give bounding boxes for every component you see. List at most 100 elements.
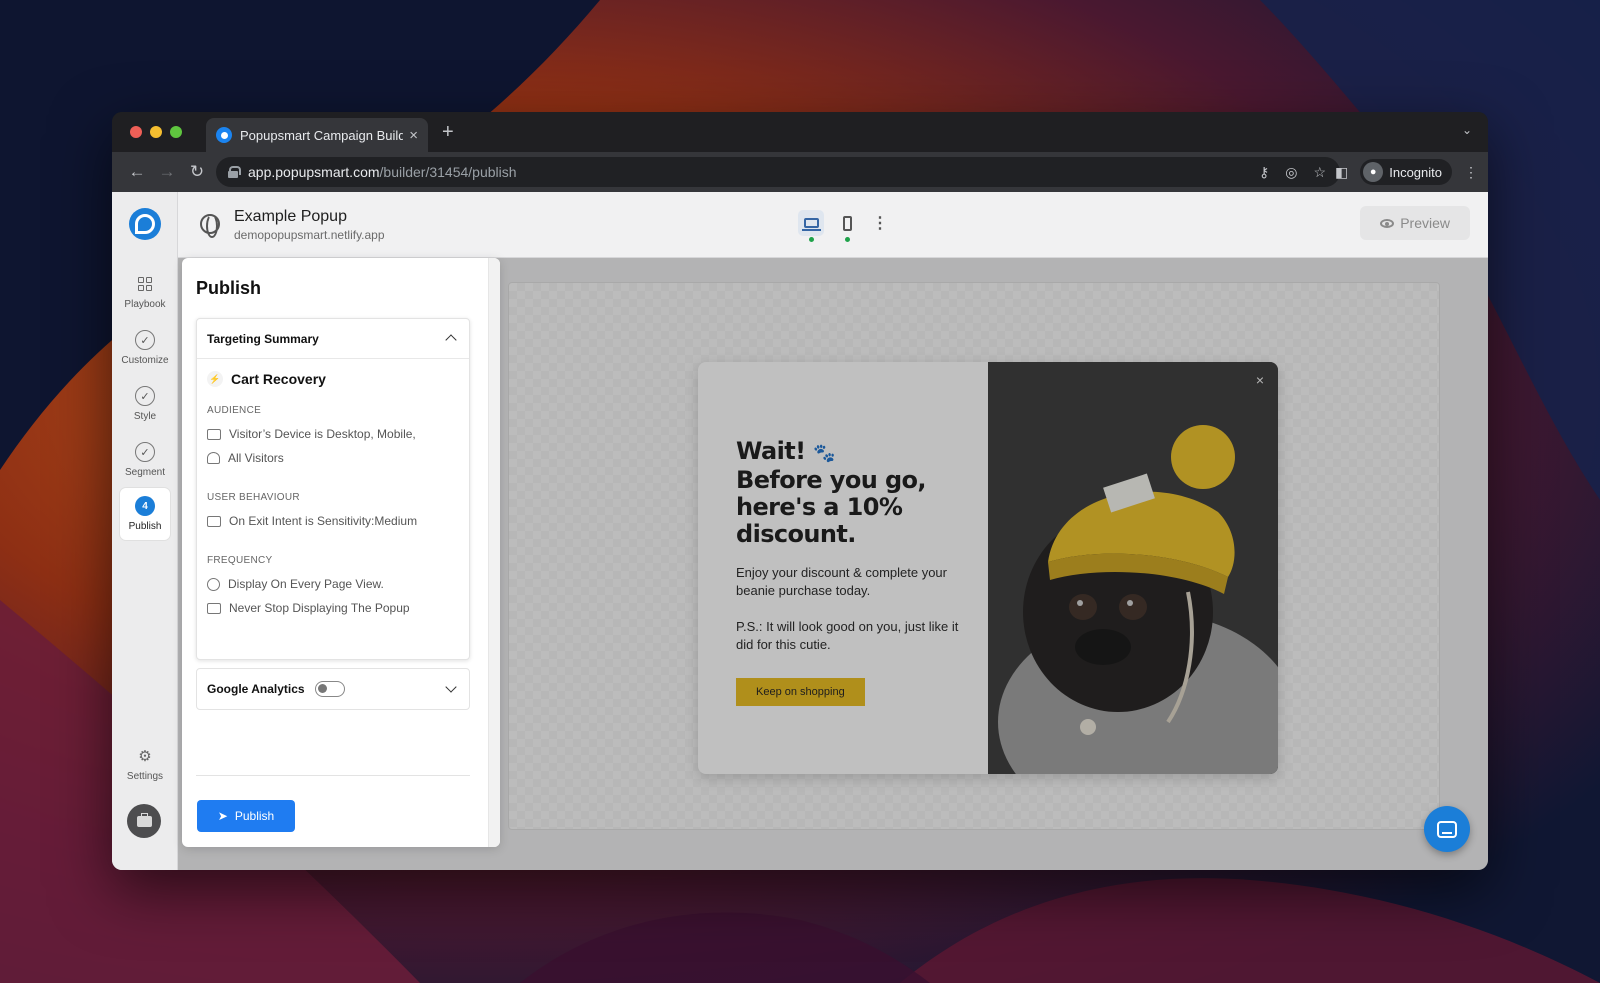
google-analytics-label: Google Analytics <box>207 682 305 696</box>
scenario-title: ⚡ Cart Recovery <box>207 371 326 387</box>
status-dot <box>845 237 850 242</box>
chevron-up-icon <box>445 334 457 346</box>
panel-scrollbar[interactable] <box>488 258 500 847</box>
builder-header: Example Popup demopopupsmart.netlify.app… <box>178 192 1488 258</box>
popupsmart-logo[interactable] <box>129 208 161 240</box>
google-analytics-card[interactable]: Google Analytics <box>196 668 470 710</box>
scenario-name: Cart Recovery <box>231 371 326 387</box>
incognito-badge[interactable]: ● Incognito <box>1360 159 1452 185</box>
tab-close-icon[interactable]: × <box>409 127 418 144</box>
publish-button-label: Publish <box>234 809 275 823</box>
publish-button[interactable]: ➤ Publish <box>197 800 295 832</box>
popup-body-text: Enjoy your discount & complete your bean… <box>736 565 947 598</box>
builder-sidebar: Playbook ✓ Customize ✓ Style ✓ Segment 4… <box>112 192 178 870</box>
account-button[interactable] <box>127 804 161 838</box>
support-chat-button[interactable] <box>1424 806 1470 852</box>
check-circle-icon: ✓ <box>135 386 155 406</box>
gear-icon: ⚙ <box>138 748 152 765</box>
keep-shopping-button[interactable]: Keep on shopping <box>736 678 865 706</box>
behaviour-label: USER BEHAVIOUR <box>207 492 300 503</box>
close-window-button[interactable] <box>130 126 142 138</box>
divider <box>196 775 470 776</box>
mobile-view-button[interactable] <box>834 210 860 242</box>
window-controls <box>130 126 182 138</box>
project-title: Example Popup <box>234 208 347 225</box>
incognito-label: Incognito <box>1389 164 1442 180</box>
audience-rule-device: Visitor’s Device is Desktop, Mobile, <box>207 427 416 441</box>
project-domain: demopopupsmart.netlify.app <box>234 228 385 242</box>
eye-icon <box>1380 218 1395 228</box>
maximize-window-button[interactable] <box>170 126 182 138</box>
more-options-icon[interactable]: ⋮ <box>872 213 888 233</box>
popup-content: Wait! 🐾 Before you go, here's a 10% disc… <box>736 438 966 706</box>
targeting-summary-label: Targeting Summary <box>207 331 319 346</box>
sidebar-item-label: Segment <box>124 467 166 478</box>
browser-toolbar: ← → ↻ app.popupsmart.com/builder/31454/p… <box>112 152 1488 192</box>
popup-preview: Wait! 🐾 Before you go, here's a 10% disc… <box>698 362 1278 774</box>
grid-icon <box>135 274 155 294</box>
targeting-summary-header[interactable]: Targeting Summary <box>197 319 469 359</box>
check-circle-icon: ✓ <box>135 330 155 350</box>
frequency-rule-never-stop: Never Stop Displaying The Popup <box>207 601 410 615</box>
tab-bar: Popupsmart Campaign Builder × + ⌄ <box>112 112 1488 152</box>
behaviour-rule-exit-intent: On Exit Intent is Sensitivity:Medium <box>207 514 417 528</box>
sidebar-item-label: Publish <box>128 521 162 532</box>
minimize-window-button[interactable] <box>150 126 162 138</box>
popupsmart-app: Playbook ✓ Customize ✓ Style ✓ Segment 4… <box>112 192 1488 870</box>
pug-beanie-photo: × <box>988 362 1278 774</box>
publish-panel: Publish Targeting Summary ⚡ Cart Recover… <box>182 258 500 847</box>
forward-arrow-icon[interactable]: → <box>152 162 182 182</box>
key-icon[interactable]: ⚷ <box>1259 164 1269 181</box>
display-icon <box>207 602 221 614</box>
sidebar-item-label: Playbook <box>124 299 166 310</box>
paw-icon: 🐾 <box>813 443 836 464</box>
audience-rule-visitors: All Visitors <box>207 451 284 465</box>
popup-ps-text: P.S.: It will look good on you, just lik… <box>736 619 959 652</box>
incognito-icon: ● <box>1363 162 1384 182</box>
users-icon <box>207 452 220 464</box>
side-panel-icon[interactable]: ◧ <box>1335 164 1348 181</box>
desktop-icon <box>801 218 821 231</box>
briefcase-icon <box>136 812 152 827</box>
status-dot <box>809 237 814 242</box>
url-path: /builder/31454/publish <box>379 164 517 180</box>
preview-button[interactable]: Preview <box>1360 206 1470 240</box>
sidebar-item-playbook[interactable]: Playbook <box>120 266 170 318</box>
tab-search-chevron-icon[interactable]: ⌄ <box>1462 123 1472 137</box>
monitor-icon <box>207 515 221 527</box>
browser-menu-icon[interactable]: ⋮ <box>1464 164 1478 181</box>
address-bar-icons: ⚷ ◎ ☆ <box>1259 164 1326 181</box>
chat-icon <box>1437 820 1457 838</box>
mobile-icon <box>842 215 852 231</box>
history-icon <box>207 577 220 591</box>
url-host: app.popupsmart.com <box>248 164 380 180</box>
chevron-down-icon[interactable] <box>445 681 457 693</box>
google-analytics-toggle[interactable] <box>314 681 345 697</box>
popupsmart-favicon-icon <box>216 127 232 143</box>
star-icon[interactable]: ☆ <box>1313 164 1326 181</box>
rocket-icon: ➤ <box>217 809 228 823</box>
eye-slash-icon[interactable]: ◎ <box>1285 164 1297 181</box>
desktop-view-button[interactable] <box>798 210 824 242</box>
audience-label: AUDIENCE <box>207 405 262 416</box>
step-number-badge: 4 <box>135 496 155 516</box>
preview-label: Preview <box>1400 215 1450 231</box>
sidebar-item-settings[interactable]: ⚙ Settings <box>120 738 170 790</box>
browser-window: Popupsmart Campaign Builder × + ⌄ ← → ↻ … <box>112 112 1488 870</box>
sidebar-item-style[interactable]: ✓ Style <box>120 378 170 430</box>
panel-title: Publish <box>196 278 262 298</box>
back-arrow-icon[interactable]: ← <box>122 162 152 182</box>
sidebar-item-customize[interactable]: ✓ Customize <box>120 322 170 374</box>
browser-tab[interactable]: Popupsmart Campaign Builder × <box>206 118 428 152</box>
reload-icon[interactable]: ↻ <box>182 162 212 182</box>
address-bar[interactable]: app.popupsmart.com/builder/31454/publish… <box>216 157 1340 187</box>
sidebar-item-segment[interactable]: ✓ Segment <box>120 434 170 486</box>
sidebar-item-label: Customize <box>121 355 169 366</box>
tab-title: Popupsmart Campaign Builder <box>240 127 404 143</box>
new-tab-button[interactable]: + <box>442 121 454 144</box>
devices-icon <box>207 428 221 440</box>
sidebar-item-publish[interactable]: 4 Publish <box>120 488 170 540</box>
popup-close-icon[interactable]: × <box>1256 372 1264 388</box>
lock-icon <box>228 166 241 178</box>
targeting-summary-card: Targeting Summary ⚡ Cart Recovery AUDIEN… <box>196 318 470 660</box>
